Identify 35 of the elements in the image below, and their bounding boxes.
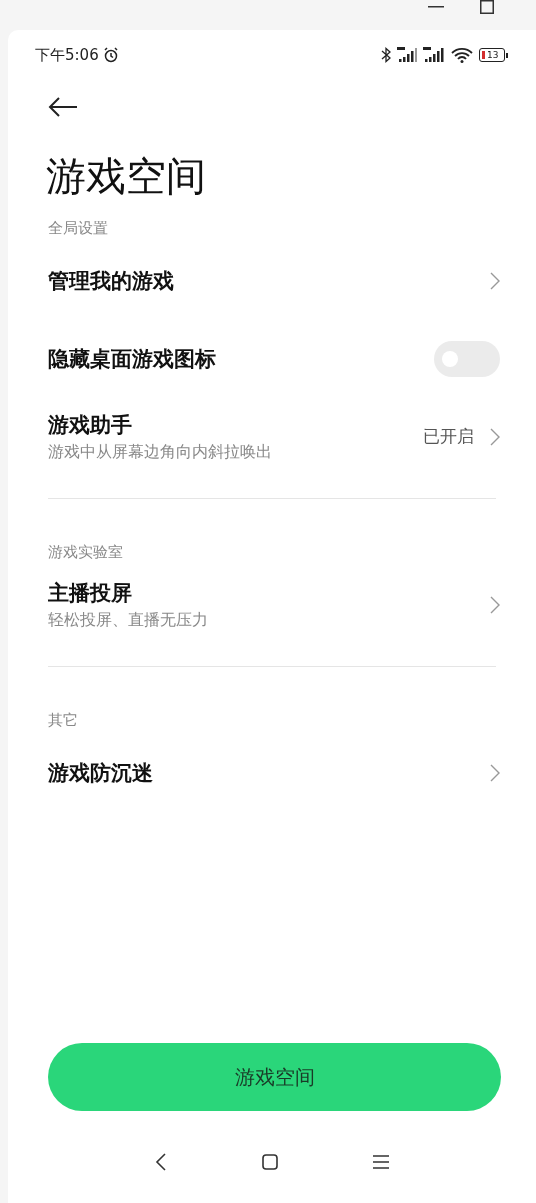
chevron-right-icon	[490, 272, 500, 290]
back-arrow-icon[interactable]	[48, 97, 78, 117]
game-space-button[interactable]: 游戏空间	[48, 1043, 501, 1111]
bluetooth-icon	[381, 47, 391, 63]
settings-row[interactable]: 主播投屏 轻松投屏、直播无压力	[8, 566, 536, 644]
settings-row[interactable]: 管理我的游戏	[8, 242, 536, 320]
page-title: 游戏空间	[45, 152, 207, 201]
row-label: 游戏防沉迷	[48, 760, 154, 787]
row-subtitle: 游戏中从屏幕边角向内斜拉唤出	[48, 441, 273, 463]
chevron-right-icon	[490, 764, 500, 782]
settings-row[interactable]: 游戏助手 游戏中从屏幕边角向内斜拉唤出 已开启	[8, 398, 536, 476]
section-header: 全局设置	[47, 217, 109, 239]
chevron-right-icon	[490, 596, 500, 614]
section-header: 游戏实验室	[47, 541, 124, 563]
row-label: 游戏助手	[48, 412, 133, 439]
home-icon[interactable]	[262, 1154, 278, 1170]
back-icon[interactable]	[155, 1153, 168, 1171]
row-label: 主播投屏	[48, 580, 133, 607]
alarm-icon	[102, 47, 119, 63]
signal-icon	[397, 47, 419, 63]
row-label: 管理我的游戏	[48, 268, 175, 295]
signal-icon	[423, 47, 445, 63]
status-time: 下午5:06	[35, 44, 99, 66]
row-value: 已开启	[423, 425, 474, 449]
row-subtitle: 轻松投屏、直播无压力	[48, 609, 209, 631]
row-label: 隐藏桌面游戏图标	[48, 346, 217, 373]
settings-row[interactable]: 隐藏桌面游戏图标	[8, 320, 536, 398]
chevron-right-icon	[490, 428, 500, 446]
minimize-icon[interactable]	[428, 6, 444, 8]
battery-icon: 13	[479, 48, 508, 62]
settings-row[interactable]: 游戏防沉迷	[8, 734, 536, 812]
wifi-icon	[451, 47, 473, 63]
section-header: 其它	[47, 709, 79, 731]
menu-icon[interactable]	[372, 1155, 389, 1169]
maximize-icon[interactable]	[480, 0, 494, 14]
